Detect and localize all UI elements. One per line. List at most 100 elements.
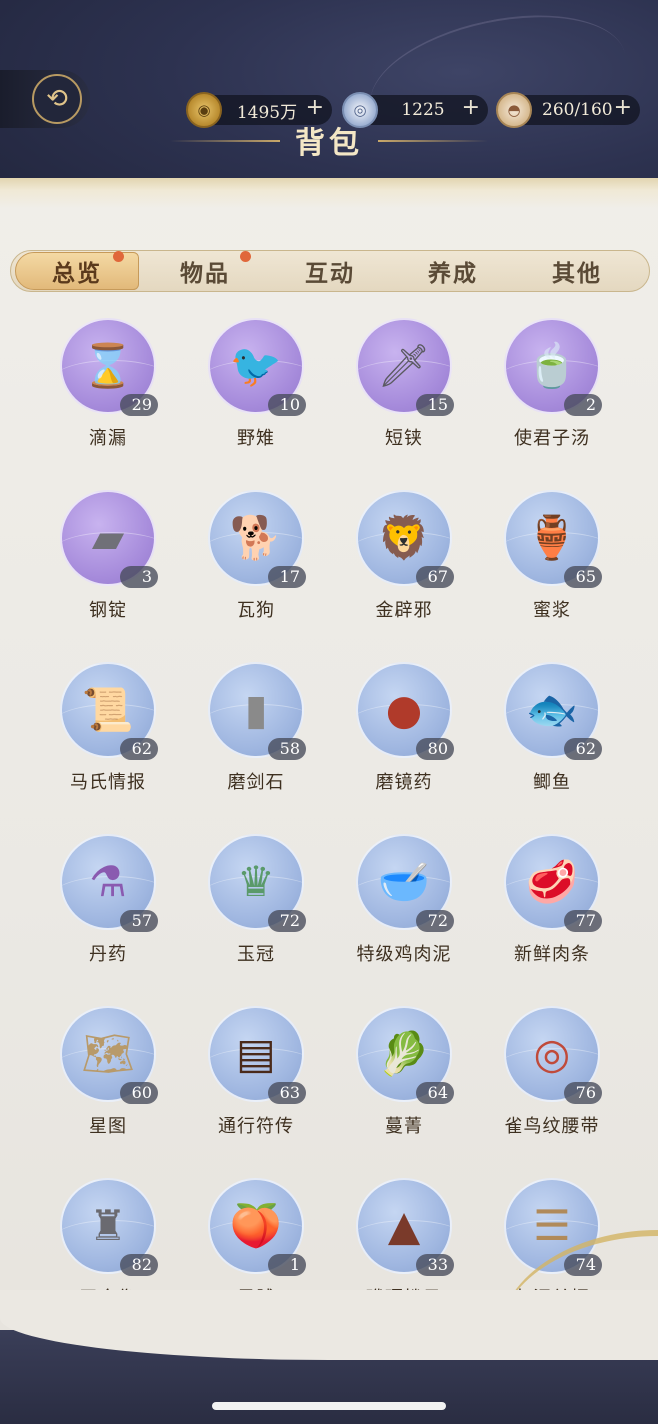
- jade-value: 1225: [401, 100, 445, 120]
- fish-stew-icon: 🐟: [525, 685, 579, 734]
- item-count-badge: 76: [564, 1082, 602, 1104]
- inventory-item[interactable]: 🥬 64 蔓菁: [334, 1006, 474, 1156]
- item-name: 特级鸡肉泥: [356, 944, 452, 965]
- item-name: 丹药: [89, 944, 127, 965]
- item-count-badge: 72: [416, 910, 454, 932]
- golden-beast-icon: 🦁: [377, 513, 431, 562]
- inventory-item[interactable]: ⚗ 57 丹药: [38, 834, 178, 984]
- meat-strips-icon: 🥩: [525, 857, 579, 906]
- item-count-badge: 72: [268, 910, 306, 932]
- item-count-badge: 29: [120, 394, 158, 416]
- tab-items[interactable]: 物品: [143, 251, 267, 291]
- item-count-badge: 58: [268, 738, 306, 760]
- tab-other[interactable]: 其他: [515, 251, 639, 291]
- soup-bowl-icon: 🍵: [525, 341, 579, 390]
- item-count-badge: 10: [268, 394, 306, 416]
- tab-label: 其他: [552, 260, 602, 287]
- item-count-badge: 65: [564, 566, 602, 588]
- inventory-item[interactable]: ⌛ 29 滴漏: [38, 318, 178, 468]
- item-count-badge: 2: [564, 394, 602, 416]
- item-name: 短铗: [385, 428, 423, 449]
- tab-label: 总览: [52, 260, 102, 287]
- home-indicator[interactable]: [212, 1402, 446, 1410]
- category-tabs: 总览 物品 互动 养成 其他: [10, 250, 650, 292]
- pheasant-icon: 🐦: [229, 341, 283, 390]
- inventory-item[interactable]: 🥩 77 新鲜肉条: [482, 834, 622, 984]
- item-name: 通行符传: [218, 1116, 294, 1137]
- item-name: 鲫鱼: [533, 772, 571, 793]
- inventory-item[interactable]: ▮ 58 磨剑石: [186, 662, 326, 812]
- notification-dot-icon: [240, 251, 251, 262]
- inventory-item[interactable]: 🏺 65 蜜浆: [482, 490, 622, 640]
- honey-jar-icon: 🏺: [525, 513, 579, 562]
- potion-bottle-icon: ⚗: [89, 857, 127, 906]
- statue-icon: ♜: [89, 1201, 127, 1250]
- inventory-item[interactable]: 🐦 10 野雉: [186, 318, 326, 468]
- inventory-item[interactable]: ♛ 72 玉冠: [186, 834, 326, 984]
- item-count-badge: 63: [268, 1082, 306, 1104]
- plectrum-icon: ▲: [387, 1201, 421, 1250]
- pass-token-icon: ▤: [236, 1029, 276, 1078]
- item-count-badge: 33: [416, 1254, 454, 1276]
- item-name: 钢锭: [89, 600, 127, 621]
- tab-interaction[interactable]: 互动: [268, 251, 392, 291]
- page-title: 背包: [295, 126, 363, 161]
- inventory-item[interactable]: 🍵 2 使君子汤: [482, 318, 622, 468]
- item-name: 金辟邪: [375, 600, 433, 621]
- item-count-badge: 62: [120, 738, 158, 760]
- belt-icon: ◎: [533, 1029, 571, 1078]
- item-count-badge: 67: [416, 566, 454, 588]
- item-count-badge: 62: [564, 738, 602, 760]
- clay-dog-icon: 🐕: [229, 513, 283, 562]
- add-jade-button[interactable]: +: [462, 95, 480, 120]
- item-count-badge: 1: [268, 1254, 306, 1276]
- item-name: 蜜浆: [533, 600, 571, 621]
- stamina-value: 260/160: [542, 100, 613, 120]
- item-name: 蔓菁: [385, 1116, 423, 1137]
- inventory-item[interactable]: ● 80 磨镜药: [334, 662, 474, 812]
- turnip-icon: 🥬: [377, 1029, 431, 1078]
- item-name: 雀鸟纹腰带: [504, 1116, 600, 1137]
- item-count-badge: 64: [416, 1082, 454, 1104]
- item-count-badge: 60: [120, 1082, 158, 1104]
- item-count-badge: 80: [416, 738, 454, 760]
- add-coins-button[interactable]: +: [306, 95, 324, 120]
- tab-label: 养成: [428, 260, 478, 287]
- red-paste-icon: ●: [385, 685, 423, 734]
- jade-crown-icon: ♛: [237, 857, 275, 906]
- item-count-badge: 57: [120, 910, 158, 932]
- tab-label: 互动: [305, 260, 355, 287]
- star-map-icon: 🗺: [81, 1029, 135, 1078]
- tab-cultivation[interactable]: 养成: [391, 251, 515, 291]
- inventory-item[interactable]: 🐕 17 瓦狗: [186, 490, 326, 640]
- tab-label: 物品: [180, 260, 230, 287]
- inventory-item[interactable]: ◎ 76 雀鸟纹腰带: [482, 1006, 622, 1156]
- inventory-item[interactable]: 🗺 60 星图: [38, 1006, 178, 1156]
- notification-dot-icon: [113, 251, 124, 262]
- add-stamina-button[interactable]: +: [614, 95, 632, 120]
- item-count-badge: 15: [416, 394, 454, 416]
- item-name: 使君子汤: [514, 428, 590, 449]
- inventory-item[interactable]: ▰ 3 钢锭: [38, 490, 178, 640]
- item-name: 野雉: [237, 428, 275, 449]
- dried-fruit-icon: 🍑: [229, 1201, 283, 1250]
- inventory-item[interactable]: 🐟 62 鲫鱼: [482, 662, 622, 812]
- short-sword-icon: 🗡: [377, 341, 431, 390]
- whetstone-icon: ▮: [244, 685, 268, 734]
- item-name: 磨剑石: [227, 772, 285, 793]
- bamboo-slips-icon: ☰: [533, 1201, 571, 1250]
- inventory-item[interactable]: 🗡 15 短铗: [334, 318, 474, 468]
- item-name: 瓦狗: [237, 600, 275, 621]
- water-clock-icon: ⌛: [81, 341, 135, 390]
- inventory-item[interactable]: 🦁 67 金辟邪: [334, 490, 474, 640]
- inventory-item[interactable]: 🥣 72 特级鸡肉泥: [334, 834, 474, 984]
- inventory-item[interactable]: ▤ 63 通行符传: [186, 1006, 326, 1156]
- item-name: 滴漏: [89, 428, 127, 449]
- tab-overview[interactable]: 总览: [15, 251, 139, 290]
- item-name: 新鲜肉条: [514, 944, 590, 965]
- item-name: 星图: [89, 1116, 127, 1137]
- item-name: 马氏情报: [70, 772, 146, 793]
- item-count-badge: 3: [120, 566, 158, 588]
- item-count-badge: 17: [268, 566, 306, 588]
- inventory-item[interactable]: 📜 62 马氏情报: [38, 662, 178, 812]
